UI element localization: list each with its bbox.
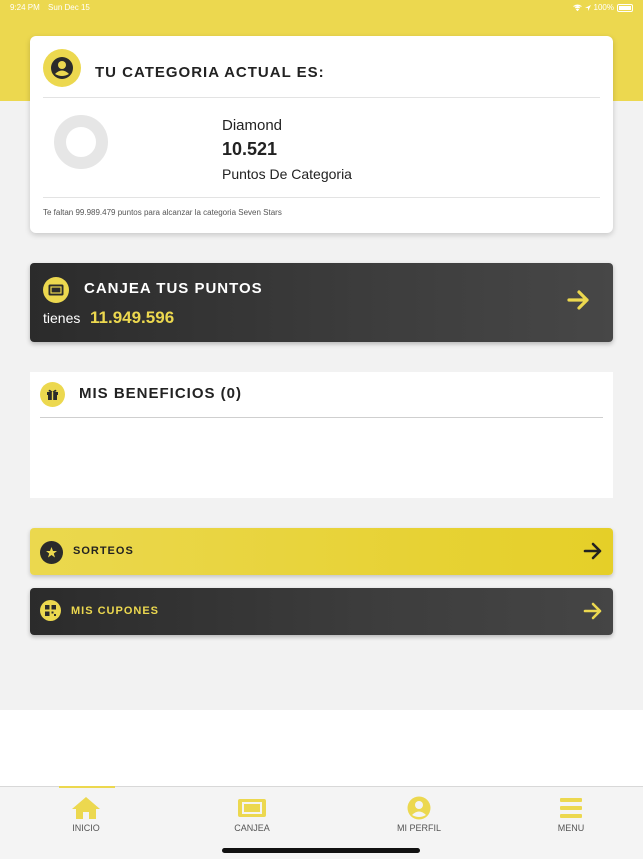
arrow-right-icon[interactable] bbox=[567, 289, 591, 311]
tienes-points-value: 11.949.596 bbox=[90, 308, 175, 327]
star-icon bbox=[40, 541, 63, 564]
active-tab-indicator bbox=[59, 786, 115, 788]
battery-percent: 100% bbox=[593, 3, 614, 12]
battery-icon bbox=[617, 3, 633, 12]
tab-inicio[interactable]: INICIO bbox=[41, 796, 131, 833]
status-bar: 9:24 PM Sun Dec 15 100% bbox=[0, 0, 643, 16]
benefits-card: MIS BENEFICIOS (0) bbox=[30, 372, 613, 498]
divider bbox=[43, 197, 600, 198]
category-title: TU CATEGORIA ACTUAL ES: bbox=[95, 64, 325, 81]
sorteos-button[interactable]: SORTEOS bbox=[30, 528, 613, 575]
tab-menu[interactable]: MENU bbox=[526, 796, 616, 833]
menu-icon bbox=[560, 798, 582, 818]
ticket-icon bbox=[238, 799, 266, 817]
benefits-title: MIS BENEFICIOS (0) bbox=[79, 385, 243, 402]
sorteos-label: SORTEOS bbox=[73, 545, 134, 557]
gift-icon bbox=[40, 382, 65, 407]
category-card: TU CATEGORIA ACTUAL ES: Diamond 10.521 P… bbox=[30, 36, 613, 233]
tab-label: CANJEA bbox=[234, 823, 270, 833]
wifi-icon bbox=[572, 4, 582, 11]
arrow-right-icon bbox=[583, 602, 602, 620]
tab-label: INICIO bbox=[72, 823, 100, 833]
mis-cupones-label: MIS CUPONES bbox=[71, 605, 160, 617]
divider bbox=[40, 417, 603, 418]
divider bbox=[43, 97, 600, 98]
home-indicator bbox=[222, 848, 420, 853]
canjea-points-card[interactable]: CANJEA TUS PUNTOS tienes 11.949.596 bbox=[30, 263, 613, 342]
category-name: Diamond bbox=[222, 117, 283, 134]
user-icon bbox=[43, 49, 81, 87]
arrow-right-icon bbox=[583, 542, 602, 560]
user-icon bbox=[407, 796, 431, 820]
category-progress-chart bbox=[54, 115, 108, 169]
tab-label: MENU bbox=[557, 823, 585, 833]
category-points: 10.521 bbox=[222, 139, 278, 159]
tienes-label: tienes bbox=[43, 310, 81, 326]
tab-canjea[interactable]: CANJEA bbox=[207, 796, 297, 833]
tab-label: MI PERFIL bbox=[396, 823, 441, 833]
category-footer-text: Te faltan 99.989.479 puntos para alcanza… bbox=[43, 208, 282, 217]
mis-cupones-button[interactable]: MIS CUPONES bbox=[30, 588, 613, 635]
home-icon bbox=[72, 797, 100, 819]
canjea-title: CANJEA TUS PUNTOS bbox=[84, 280, 263, 297]
tab-mi-perfil[interactable]: MI PERFIL bbox=[374, 796, 464, 833]
location-icon bbox=[584, 4, 591, 11]
ticket-icon bbox=[43, 277, 69, 303]
category-points-label: Puntos De Categoria bbox=[222, 166, 352, 182]
status-time: 9:24 PM bbox=[10, 3, 40, 12]
status-date: Sun Dec 15 bbox=[48, 3, 90, 12]
qr-code-icon bbox=[40, 600, 61, 621]
